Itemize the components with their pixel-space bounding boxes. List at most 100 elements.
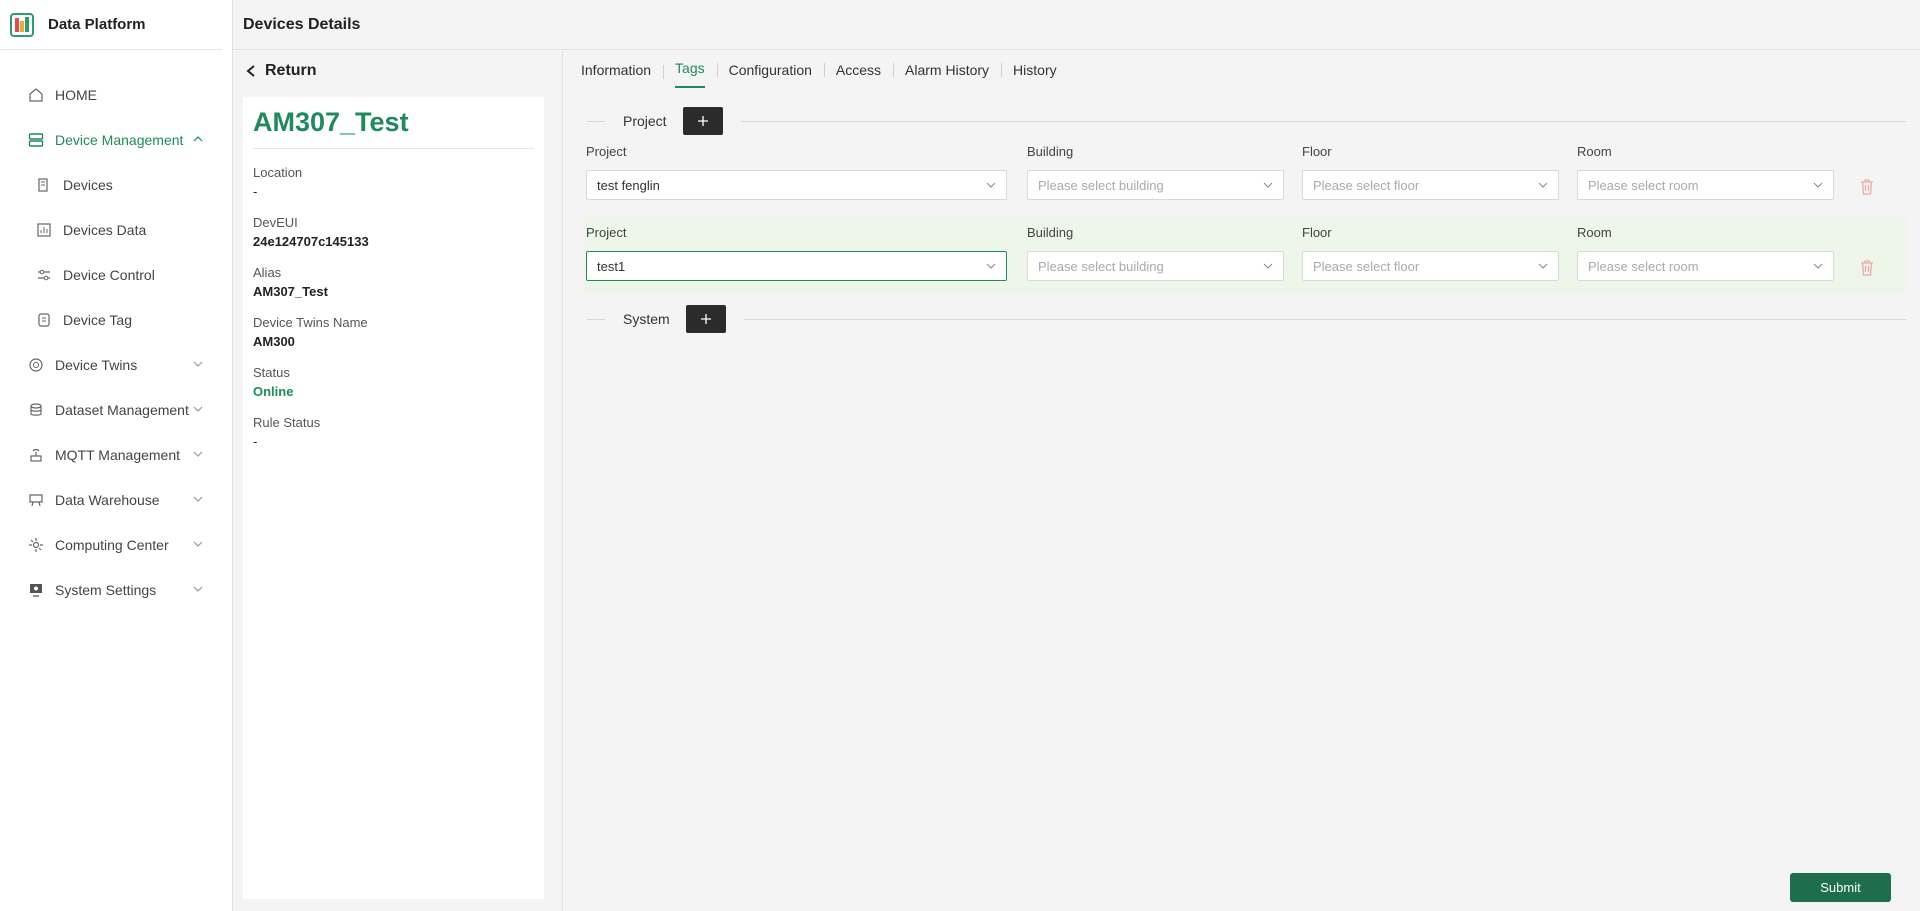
chevron-down-icon — [986, 263, 996, 269]
delete-row-icon[interactable] — [1859, 259, 1875, 277]
chevron-down-icon — [1538, 182, 1548, 188]
sidebar-item-computing-center[interactable]: Computing Center — [0, 522, 232, 567]
field-value: AM300 — [253, 334, 295, 349]
sidebar-item-device-twins[interactable]: Device Twins — [0, 342, 232, 387]
sidebar-item-data-warehouse[interactable]: Data Warehouse — [0, 477, 232, 522]
chevron-down-icon — [193, 496, 203, 502]
tab-tags[interactable]: Tags — [663, 52, 717, 88]
field-label: Alias — [253, 265, 282, 280]
chevron-up-icon — [193, 136, 203, 142]
chevron-down-icon — [986, 182, 996, 188]
project-column: Project test fenglin — [586, 136, 1007, 200]
placeholder: Please select floor — [1313, 258, 1420, 274]
tab-information[interactable]: Information — [581, 50, 663, 90]
tab-alarm-history[interactable]: Alarm History — [893, 50, 1001, 90]
page-title: Devices Details — [243, 15, 361, 33]
device-info-column: Return AM307_Test Location - DevEUI 24e1… — [233, 50, 563, 911]
devices-icon — [35, 176, 53, 194]
sidebar-item-devices[interactable]: Devices — [0, 162, 232, 207]
sidebar-item-label: HOME — [55, 86, 97, 103]
room-select[interactable]: Please select room — [1577, 170, 1834, 200]
selected-value: test1 — [597, 258, 626, 274]
sidebar-nav: HOME Device Management Devices Devices D… — [0, 50, 232, 612]
add-system-button[interactable] — [685, 305, 726, 333]
device-control-icon — [35, 266, 53, 284]
chevron-down-icon — [1263, 263, 1273, 269]
floor-select[interactable]: Please select floor — [1302, 251, 1559, 281]
home-icon — [27, 86, 45, 104]
add-project-button[interactable] — [682, 107, 723, 135]
divider — [740, 120, 1906, 122]
sidebar-item-devices-data[interactable]: Devices Data — [0, 207, 232, 252]
sidebar-item-device-management[interactable]: Device Management — [0, 117, 232, 162]
delete-row-icon[interactable] — [1859, 178, 1875, 196]
sidebar: Data Platform HOME Device Management Dev… — [0, 0, 233, 911]
sidebar-item-home[interactable]: HOME — [0, 72, 232, 117]
sidebar-item-label: Device Control — [63, 266, 155, 283]
device-info-card: AM307_Test Location - DevEUI 24e124707c1… — [243, 97, 544, 899]
brand: Data Platform — [0, 0, 222, 50]
plus-icon — [700, 314, 711, 324]
chevron-down-icon — [193, 451, 203, 457]
chevron-down-icon — [193, 361, 203, 367]
sidebar-item-label: Computing Center — [55, 536, 169, 553]
return-label: Return — [265, 62, 317, 79]
sidebar-item-label: Dataset Management — [55, 401, 189, 418]
chevron-down-icon — [1538, 263, 1548, 269]
field-label: DevEUI — [253, 215, 298, 230]
settings-icon — [27, 581, 45, 599]
tab-access[interactable]: Access — [823, 50, 893, 90]
room-column: Room Please select room — [1577, 217, 1834, 281]
computing-icon — [27, 536, 45, 554]
tag-row-active: Project test1 Building Please select bui… — [583, 217, 1906, 293]
field-label: Status — [253, 365, 290, 380]
tab-bar: Information Tags Configuration Access Al… — [581, 50, 1069, 90]
field-location: Location - — [253, 165, 534, 199]
project-section-header: Project — [587, 106, 1906, 136]
sidebar-item-device-control[interactable]: Device Control — [0, 252, 232, 297]
floor-column: Floor Please select floor — [1302, 217, 1559, 281]
building-label: Building — [1027, 225, 1074, 240]
field-value: - — [253, 184, 258, 199]
room-label: Room — [1577, 225, 1612, 240]
sidebar-item-system-settings[interactable]: System Settings — [0, 567, 232, 612]
field-device-twins-name: Device Twins Name AM300 — [253, 315, 534, 349]
project-select[interactable]: test1 — [586, 251, 1007, 281]
floor-select[interactable]: Please select floor — [1302, 170, 1559, 200]
project-label: Project — [586, 225, 627, 240]
room-column: Room Please select room — [1577, 136, 1834, 200]
sidebar-item-label: Data Warehouse — [55, 491, 160, 508]
floor-label: Floor — [1302, 144, 1332, 159]
tags-content: Information Tags Configuration Access Al… — [563, 50, 1920, 911]
building-select[interactable]: Please select building — [1027, 251, 1284, 281]
tag-row: Project test fenglin Building Please sel… — [583, 136, 1906, 212]
sidebar-item-dataset-management[interactable]: Dataset Management — [0, 387, 232, 432]
placeholder: Please select room — [1588, 177, 1699, 193]
floor-column: Floor Please select floor — [1302, 136, 1559, 200]
brand-name: Data Platform — [48, 16, 146, 33]
field-label: Location — [253, 165, 303, 180]
placeholder: Please select floor — [1313, 177, 1420, 193]
project-column: Project test1 — [586, 217, 1007, 281]
tab-history[interactable]: History — [1001, 50, 1069, 90]
placeholder: Please select room — [1588, 258, 1699, 274]
field-rule-status: Rule Status - — [253, 415, 534, 449]
dataset-icon — [27, 401, 45, 419]
chevron-left-icon — [246, 65, 255, 77]
sidebar-item-label: Device Twins — [55, 356, 138, 373]
sidebar-item-mqtt-management[interactable]: MQTT Management — [0, 432, 232, 477]
divider — [743, 318, 1906, 320]
return-button[interactable]: Return — [245, 62, 317, 80]
tab-configuration[interactable]: Configuration — [716, 50, 824, 90]
room-select[interactable]: Please select room — [1577, 251, 1834, 281]
plus-icon — [697, 116, 708, 126]
devices-data-icon — [35, 221, 53, 239]
room-label: Room — [1577, 144, 1612, 159]
field-value: 24e124707c145133 — [253, 234, 369, 249]
building-select[interactable]: Please select building — [1027, 170, 1284, 200]
selected-value: test fenglin — [597, 177, 660, 193]
field-deveui: DevEUI 24e124707c145133 — [253, 215, 534, 249]
project-select[interactable]: test fenglin — [586, 170, 1007, 200]
sidebar-item-device-tag[interactable]: Device Tag — [0, 297, 232, 342]
submit-button[interactable]: Submit — [1790, 873, 1891, 902]
